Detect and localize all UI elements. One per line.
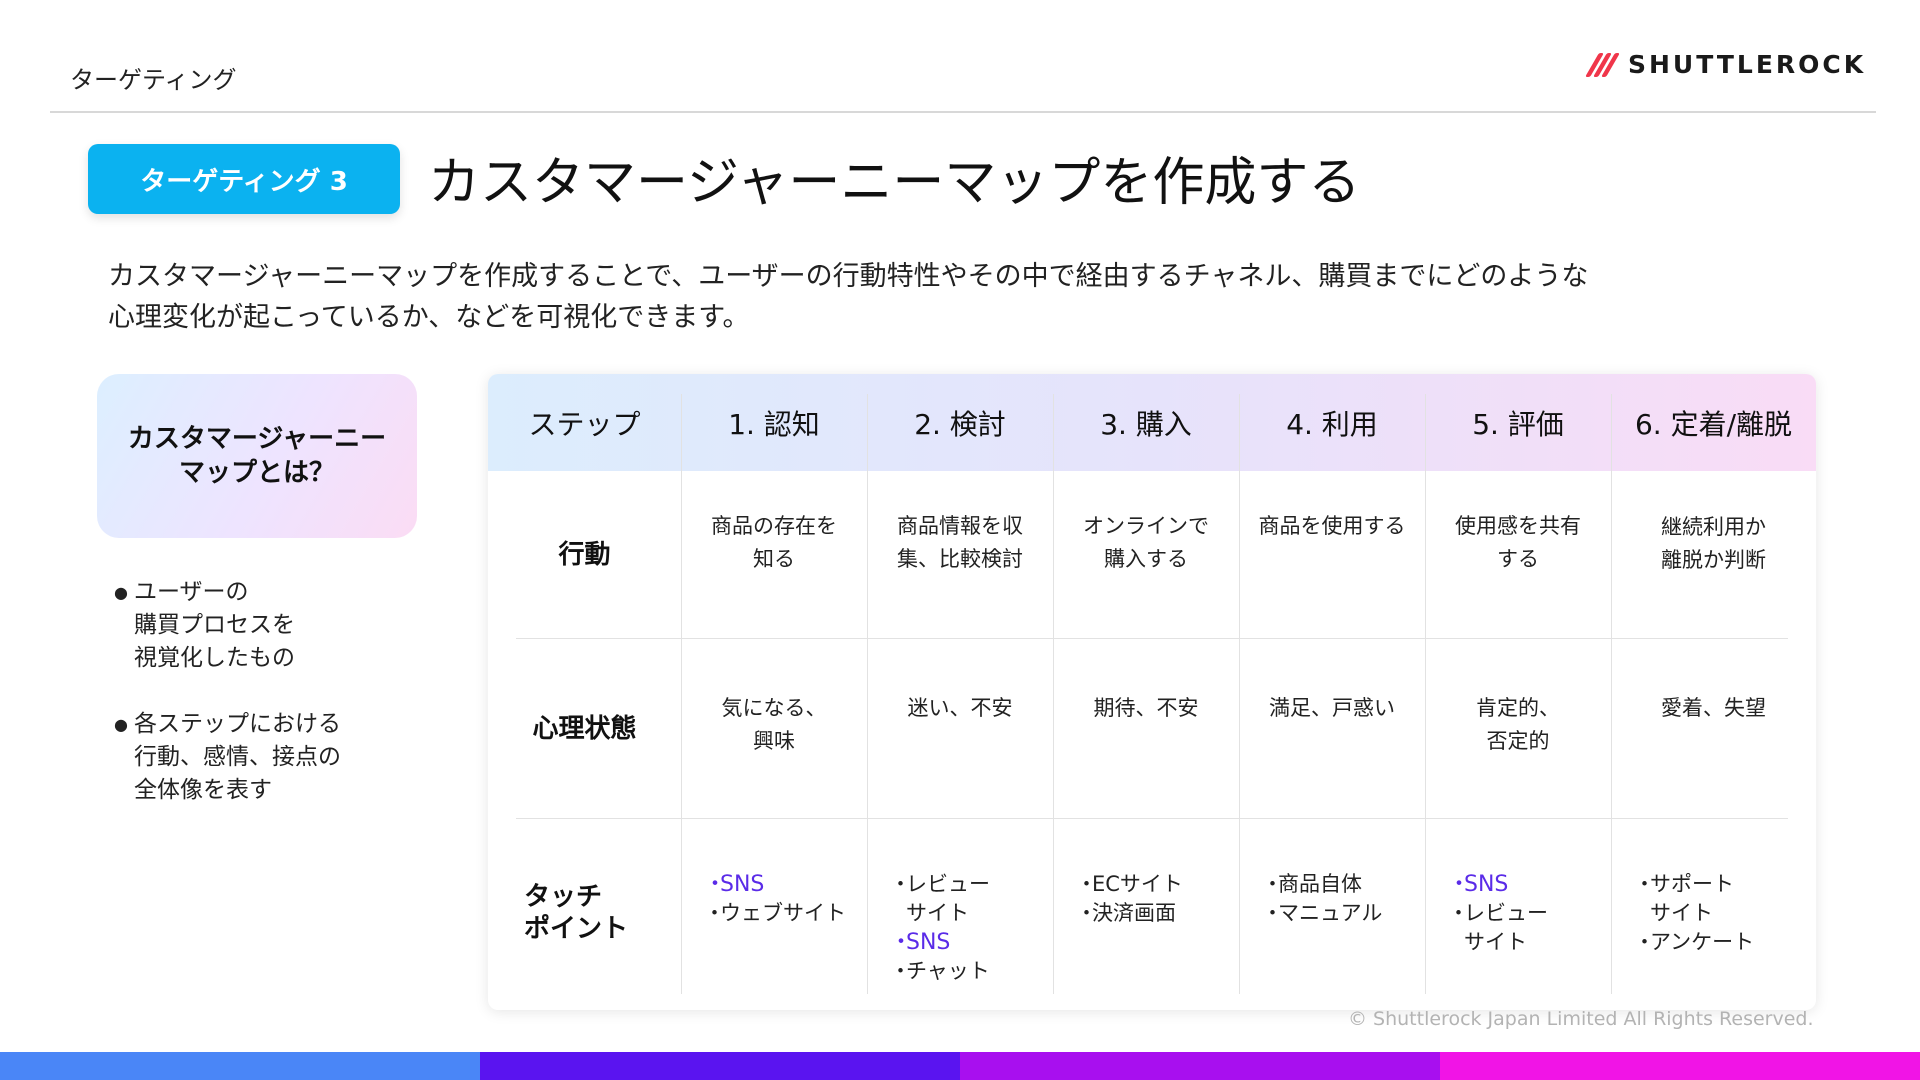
header-step: 5. 評価	[1472, 407, 1564, 441]
touchpoint-cell: ・レビュー サイト ・ SNS ・チャット	[890, 870, 990, 986]
bullet-text: 全体像を表す	[134, 777, 272, 803]
page-title: カスタマージャーニーマップを作成する	[428, 153, 1361, 213]
footer-bar-segment	[1440, 1052, 1920, 1080]
touchpoint-item: ・商品自体	[1262, 872, 1362, 896]
bullet-text: 購買プロセスを	[134, 612, 295, 638]
bullet-item: ● ユーザーの 購買プロセスを 視覚化したもの	[114, 576, 341, 675]
definition-card: カスタマージャーニー マップとは？	[97, 374, 417, 538]
description-line: 心理変化が起こっているか、などを可視化できます。	[108, 302, 750, 333]
touchpoint-item: ・レビュー	[890, 872, 990, 896]
bullet-text: ユーザーの	[134, 579, 249, 605]
header-step: 4. 利用	[1286, 407, 1378, 441]
bullet-text: 行動、感情、接点の	[134, 744, 341, 770]
touchpoint-item: ・マニュアル	[1262, 901, 1383, 925]
action-cell: オンラインで 購入する	[1083, 514, 1209, 571]
section-label: ターゲティング	[70, 66, 237, 94]
touchpoint-item: ・アンケート	[1634, 930, 1755, 954]
header-step: 2. 検討	[914, 407, 1006, 441]
footer-bar-segment	[960, 1052, 1440, 1080]
definition-card-title: マップとは？	[178, 458, 335, 488]
header-step-label: ステップ	[528, 407, 641, 441]
copyright: © Shuttlerock Japan Limited All Rights R…	[1348, 1008, 1814, 1030]
emotion-cell: 迷い、不安	[907, 696, 1013, 720]
journey-map-table: ステップ 1. 認知 2. 検討 3. 購入 4. 利用 5. 評価 6. 定着…	[488, 374, 1816, 1010]
touchpoint-cell: ・商品自体 ・マニュアル	[1262, 870, 1382, 928]
description: カスタマージャーニーマップを作成することで、ユーザーの行動特性やその中で経由する…	[108, 256, 1808, 338]
touchpoint-item: ・チャット	[890, 959, 990, 983]
action-cell: 継続利用か 離脱か判断	[1661, 515, 1766, 572]
action-cell: 商品を使用する	[1258, 514, 1406, 538]
footer-gradient-bar	[0, 1052, 1920, 1080]
bullet-text: 視覚化したもの	[134, 645, 295, 671]
touchpoint-cell: ・ SNS ・レビュー サイト	[1448, 870, 1548, 957]
emotion-cell: 満足、戸惑い	[1269, 696, 1395, 720]
touchpoint-item: ・決済画面	[1076, 901, 1176, 925]
header-step: 1. 認知	[728, 407, 820, 441]
touchpoint-item: ・ウェブサイト	[704, 901, 846, 925]
emotion-cell: 気になる、 興味	[721, 696, 827, 753]
definition-card-title: カスタマージャーニー	[127, 424, 387, 454]
touchpoint-item: サイト	[906, 901, 969, 925]
shuttlerock-logo: SHUTTLEROCK	[1585, 50, 1867, 79]
bullet-text: 各ステップにおける	[134, 711, 341, 737]
step-badge: ターゲティング 3	[88, 144, 400, 214]
header-divider	[50, 111, 1876, 113]
action-cell: 使用感を共有 する	[1455, 514, 1581, 571]
header-step: 6. 定着/離脱	[1634, 407, 1793, 441]
touchpoint-item: ・レビュー	[1448, 901, 1548, 925]
logo-text: SHUTTLEROCK	[1628, 50, 1867, 79]
row-label-action: 行動	[558, 540, 611, 570]
emotion-cell: 期待、不安	[1093, 696, 1199, 720]
touchpoint-item: サイト	[1464, 930, 1527, 954]
touchpoint-item: ・ ECサイト	[1076, 872, 1183, 896]
definition-bullets: ● ユーザーの 購買プロセスを 視覚化したもの ● 各ステップにおける 行動、感…	[114, 576, 341, 840]
touchpoint-item: ・ SNS	[890, 930, 951, 955]
bullet-dot-icon: ●	[114, 583, 128, 602]
touchpoint-cell: ・ ECサイト ・決済画面	[1076, 870, 1183, 928]
description-line: カスタマージャーニーマップを作成することで、ユーザーの行動特性やその中で経由する…	[108, 261, 1589, 292]
action-cell: 商品情報を収 集、比較検討	[897, 514, 1023, 571]
row-label-emotion: 心理状態	[532, 714, 637, 744]
logo-mark-icon	[1585, 52, 1620, 77]
action-cell: 商品の存在を 知る	[711, 514, 837, 571]
footer-bar-segment	[0, 1052, 480, 1080]
touchpoint-cell: ・サポート サイト ・アンケート	[1634, 870, 1754, 957]
emotion-cell: 肯定的、 否定的	[1476, 696, 1560, 753]
touchpoint-cell: ・ SNS ・ウェブサイト	[704, 870, 846, 928]
touchpoint-item: ・ SNS	[704, 872, 765, 897]
emotion-cell: 愛着、失望	[1661, 696, 1766, 720]
row-label-touchpoint: タッチ ポイント	[524, 882, 629, 944]
footer-bar-segment	[480, 1052, 960, 1080]
bullet-dot-icon: ●	[114, 715, 128, 734]
header-step: 3. 購入	[1100, 407, 1192, 441]
row-divider	[516, 818, 1788, 819]
touchpoint-item: ・ SNS	[1448, 872, 1509, 897]
bullet-item: ● 各ステップにおける 行動、感情、接点の 全体像を表す	[114, 708, 341, 807]
row-divider	[516, 638, 1788, 639]
touchpoint-item: サイト	[1650, 901, 1713, 925]
touchpoint-item: ・サポート	[1634, 872, 1734, 896]
